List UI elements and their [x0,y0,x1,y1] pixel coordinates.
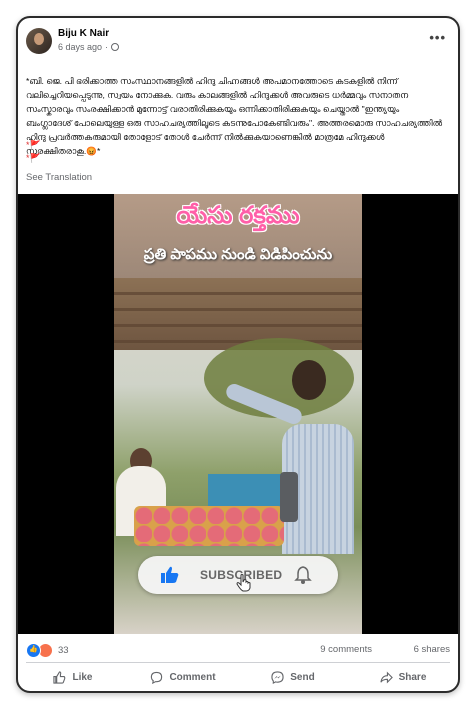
post-header: Biju K Nair 6 days ago · ••• [18,18,458,62]
share-button[interactable]: Share [348,664,458,690]
action-bar: Like Comment Send Share [18,664,458,690]
like-reaction-icon [26,643,41,658]
flag-line-2: *🚩 [26,153,41,163]
author-name[interactable]: Biju K Nair [58,28,109,39]
video-frame: యేసు రక్తము ప్రతి పాపము నుండి విడిపించున… [114,194,362,634]
video-scene: SUBSCRIBED [114,278,362,634]
messenger-icon [271,670,284,684]
video-title-line2: ప్రతి పాపము నుండి విడిపించును [143,246,333,263]
caption-text: *ബി. ജെ. പി ഭരിക്കാത്ത സംസ്ഥാനങ്ങളിൽ ഹിന… [26,76,443,156]
flask [280,472,298,522]
more-options-icon[interactable]: ••• [429,30,446,45]
thumbs-up-icon [161,566,179,583]
post-caption: *ബി. ജെ. പി ഭരിക്കാത്ത സംസ്ഥാനങ്ങളിൽ ഹിന… [26,74,446,158]
man-head [292,360,326,400]
like-button[interactable]: Like [18,664,128,690]
send-label: Send [290,671,315,683]
comment-icon [151,671,163,684]
avatar[interactable] [26,28,52,54]
fruit-display [134,506,284,546]
share-label: Share [398,671,427,683]
post-meta: 6 days ago · [58,42,120,52]
divider [26,662,450,663]
comment-label: Comment [169,671,216,683]
video-title-band: యేసు రక్తము ప్రతి పాపము నుండి విడిపించున… [114,194,362,278]
post-card: Biju K Nair 6 days ago · ••• *ബി. ജെ. പി… [16,16,460,693]
subscribe-overlay: SUBSCRIBED [138,556,338,594]
post-time[interactable]: 6 days ago [58,42,102,52]
video-title-line1: యేసు రక్తము [176,202,300,229]
reaction-count: 33 [58,645,69,656]
see-translation-link[interactable]: See Translation [26,172,92,183]
reactions-summary[interactable]: 33 [26,643,69,658]
comment-button[interactable]: Comment [128,664,238,690]
flag-line-1: *🚩 [26,140,41,150]
bell-icon [294,566,312,584]
share-icon [379,671,393,683]
shares-count[interactable]: 6 shares [414,644,450,655]
like-label: Like [72,671,93,683]
stall-roof [114,278,362,350]
globe-icon [111,43,120,51]
comments-count[interactable]: 9 comments [320,644,372,655]
post-stats: 33 9 comments 6 shares [18,640,458,660]
video-player[interactable]: యేసు రక్తము ప్రతి పాపము నుండి విడిపించున… [18,194,458,634]
hand-cursor-icon [236,574,251,592]
like-icon [53,670,66,684]
send-button[interactable]: Send [238,664,348,690]
